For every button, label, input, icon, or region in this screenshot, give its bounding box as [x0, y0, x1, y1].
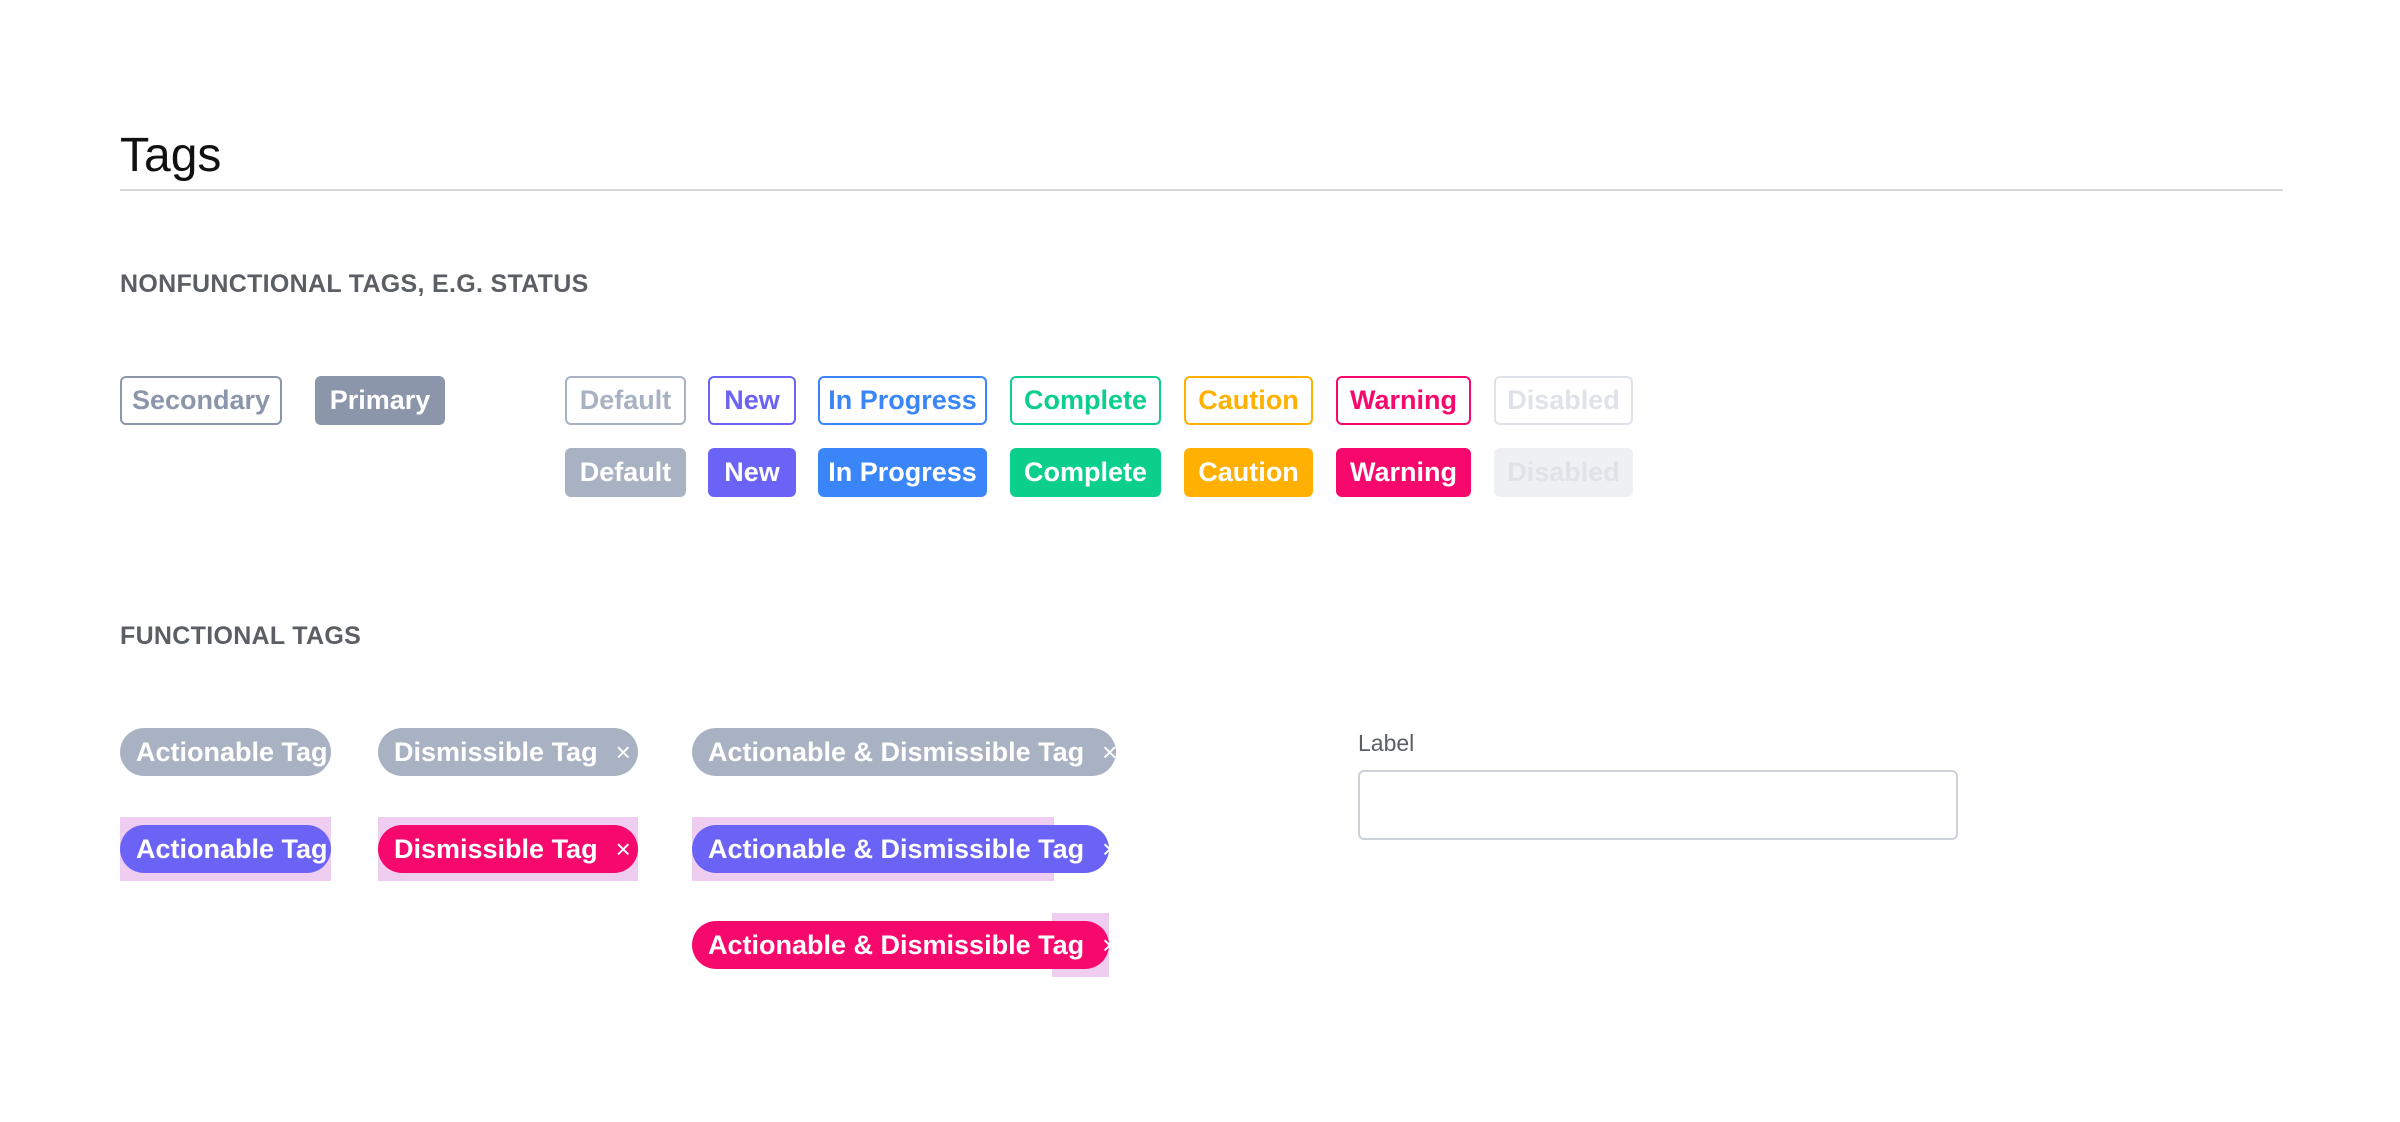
- close-icon[interactable]: ×: [1102, 932, 1117, 958]
- status-tag-in-progress-solid: In Progress: [818, 448, 987, 497]
- status-tag-complete-solid: Complete: [1010, 448, 1161, 497]
- functional-heading: FUNCTIONAL TAGS: [120, 622, 362, 650]
- status-tag-disabled-outline: Disabled: [1494, 376, 1633, 425]
- close-icon[interactable]: ×: [616, 836, 631, 862]
- actionable-tag-neutral[interactable]: Actionable Tag: [120, 728, 331, 776]
- secondary-tag: Secondary: [120, 376, 282, 425]
- dismissible-tag-neutral: Dismissible Tag ×: [378, 728, 638, 776]
- close-icon[interactable]: ×: [616, 739, 631, 765]
- actionable-dismissible-tag-danger[interactable]: Actionable & Dismissible Tag ×: [692, 921, 1117, 969]
- dismissible-tag-label: Dismissible Tag: [394, 736, 598, 767]
- actionable-tag-label: Actionable Tag: [136, 736, 328, 767]
- label-input[interactable]: [1358, 770, 1958, 840]
- actionable-tag-active[interactable]: Actionable Tag: [120, 825, 331, 873]
- close-icon[interactable]: ×: [1102, 739, 1117, 765]
- field-label: Label: [1358, 730, 1415, 756]
- nonfunctional-heading: NONFUNCTIONAL TAGS, E.G. STATUS: [120, 270, 589, 298]
- page-title: Tags: [120, 129, 222, 182]
- dismissible-tag-label: Dismissible Tag: [394, 833, 598, 864]
- dismissible-tag-danger: Dismissible Tag ×: [378, 825, 638, 873]
- status-tag-default-solid: Default: [565, 448, 686, 497]
- actionable-dismissible-tag-label: Actionable & Dismissible Tag: [708, 833, 1085, 864]
- status-tag-caution-outline: Caution: [1184, 376, 1313, 425]
- primary-tag: Primary: [315, 376, 445, 425]
- status-tag-in-progress-outline: In Progress: [818, 376, 987, 425]
- status-tag-complete-outline: Complete: [1010, 376, 1161, 425]
- actionable-tag-label: Actionable Tag: [136, 833, 328, 864]
- status-tag-caution-solid: Caution: [1184, 448, 1313, 497]
- status-tag-disabled-solid: Disabled: [1494, 448, 1633, 497]
- actionable-dismissible-tag-neutral[interactable]: Actionable & Dismissible Tag ×: [692, 728, 1117, 776]
- status-tag-new-outline: New: [708, 376, 796, 425]
- actionable-dismissible-tag-label: Actionable & Dismissible Tag: [708, 736, 1085, 767]
- actionable-dismissible-tag-label: Actionable & Dismissible Tag: [708, 929, 1085, 960]
- close-icon[interactable]: ×: [1102, 836, 1117, 862]
- status-tag-warning-outline: Warning: [1336, 376, 1471, 425]
- title-divider: [120, 189, 2283, 191]
- status-tag-new-solid: New: [708, 448, 796, 497]
- status-tag-default-outline: Default: [565, 376, 686, 425]
- actionable-dismissible-tag-active[interactable]: Actionable & Dismissible Tag ×: [692, 825, 1117, 873]
- status-tag-warning-solid: Warning: [1336, 448, 1471, 497]
